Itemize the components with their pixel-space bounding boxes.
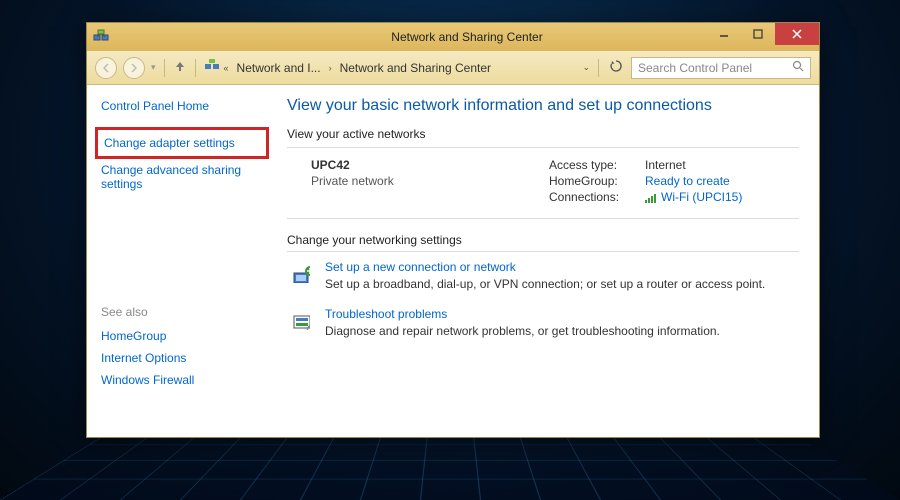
up-button[interactable] — [173, 59, 187, 76]
access-type-value: Internet — [645, 158, 686, 172]
troubleshoot-option: Troubleshoot problems Diagnose and repai… — [287, 307, 799, 340]
connections-label: Connections: — [549, 190, 635, 204]
close-button[interactable] — [775, 23, 819, 45]
titlebar: Network and Sharing Center — [87, 23, 819, 51]
path-icon — [204, 58, 220, 77]
see-also-windows-firewall-link[interactable]: Windows Firewall — [101, 369, 263, 391]
see-also-internet-options-link[interactable]: Internet Options — [101, 347, 263, 369]
search-input[interactable]: Search Control Panel — [631, 57, 811, 79]
recent-dropdown-icon[interactable]: ▾ — [151, 62, 156, 73]
troubleshoot-icon — [287, 307, 315, 335]
connection-link[interactable]: Wi-Fi (UPCI15) — [645, 190, 742, 204]
toolbar: ▾ « Network and I... › Network and Shari… — [87, 51, 819, 85]
setup-connection-link[interactable]: Set up a new connection or network — [325, 260, 799, 274]
chevron-down-icon[interactable]: ⌄ — [582, 62, 590, 73]
wifi-signal-icon — [645, 190, 657, 204]
page-heading: View your basic network information and … — [287, 97, 799, 115]
main-pane: View your basic network information and … — [277, 85, 819, 437]
see-also-label: See also — [101, 305, 263, 319]
network-name: UPC42 — [311, 158, 549, 172]
control-panel-home-link[interactable]: Control Panel Home — [101, 99, 263, 113]
setup-connection-icon — [287, 260, 315, 288]
maximize-button[interactable] — [741, 23, 775, 45]
crumb-current[interactable]: Network and Sharing Center — [336, 59, 495, 77]
homegroup-label: HomeGroup: — [549, 174, 635, 188]
see-also-homegroup-link[interactable]: HomeGroup — [101, 325, 263, 347]
forward-button[interactable] — [123, 57, 145, 79]
refresh-button[interactable] — [607, 59, 625, 76]
change-advanced-sharing-link[interactable]: Change advanced sharing settings — [101, 159, 263, 195]
network-type: Private network — [311, 174, 549, 188]
troubleshoot-link[interactable]: Troubleshoot problems — [325, 307, 799, 321]
access-type-label: Access type: — [549, 158, 635, 172]
active-network-row: UPC42 Private network Access type: Inter… — [287, 147, 799, 219]
troubleshoot-desc: Diagnose and repair network problems, or… — [325, 323, 799, 340]
homegroup-link[interactable]: Ready to create — [645, 174, 730, 188]
active-networks-label: View your active networks — [287, 127, 799, 141]
app-icon — [87, 29, 115, 45]
search-placeholder: Search Control Panel — [638, 61, 786, 75]
setup-connection-option: Set up a new connection or network Set u… — [287, 260, 799, 293]
setup-connection-desc: Set up a broadband, dial-up, or VPN conn… — [325, 276, 799, 293]
minimize-button[interactable] — [707, 23, 741, 45]
change-settings-label: Change your networking settings — [287, 233, 799, 252]
breadcrumb[interactable]: « Network and I... › Network and Sharing… — [204, 58, 590, 77]
chevron-left-icon: « — [224, 63, 229, 73]
chevron-right-icon: › — [329, 63, 332, 73]
back-button[interactable] — [95, 57, 117, 79]
network-sharing-window: Network and Sharing Center ▾ « Network a… — [86, 22, 820, 438]
search-icon — [792, 60, 804, 75]
sidebar: Control Panel Home Change adapter settin… — [87, 85, 277, 437]
crumb-parent[interactable]: Network and I... — [233, 59, 325, 77]
change-adapter-settings-link[interactable]: Change adapter settings — [95, 127, 269, 159]
